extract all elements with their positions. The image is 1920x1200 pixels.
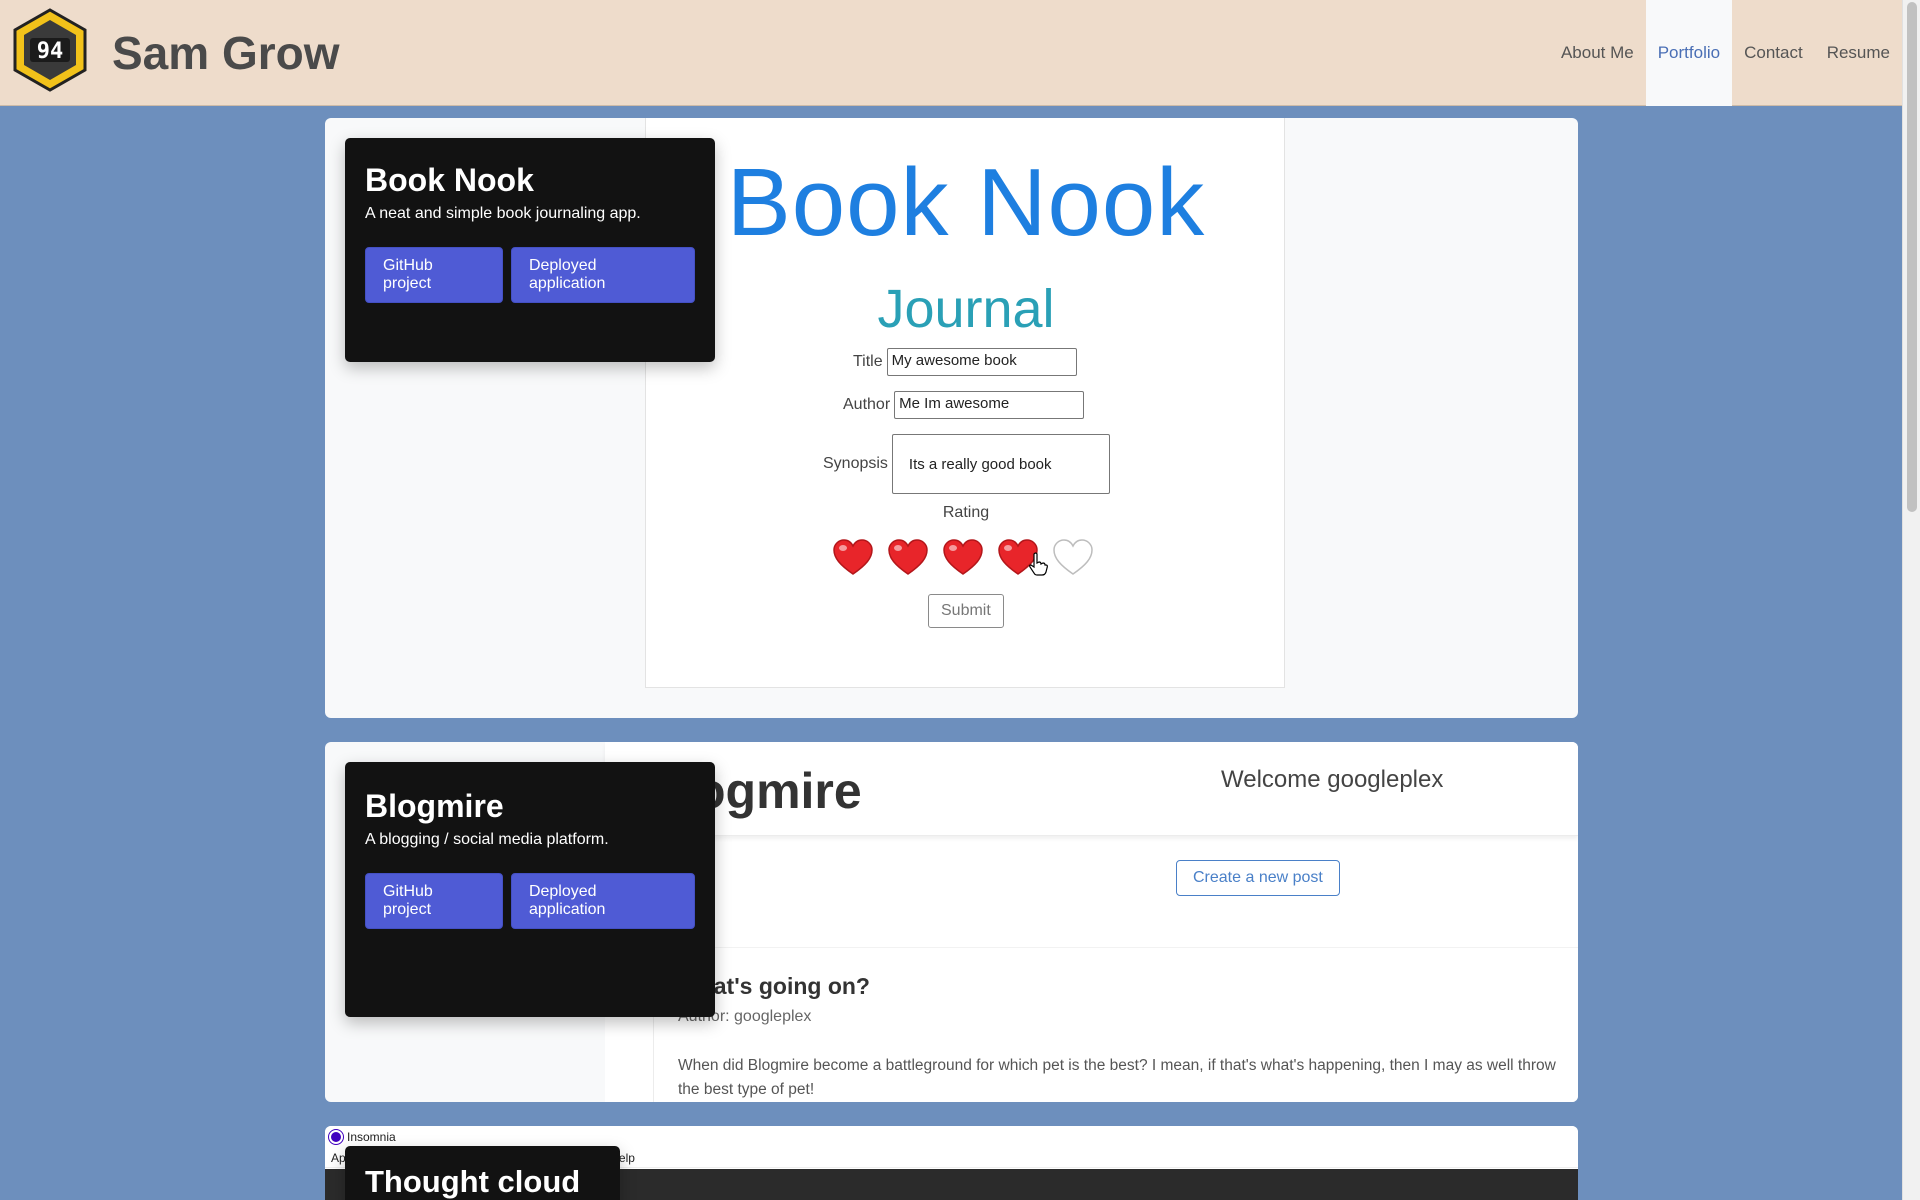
deployed-application-button[interactable]: Deployed application [510, 247, 695, 303]
author-row: Author Me Im awesome [843, 391, 1085, 419]
post-panel: What's going on? Author: googleplex When… [653, 947, 1578, 1102]
heart-filled-icon [833, 539, 873, 575]
insomnia-title-bar: Insomnia [325, 1126, 1578, 1148]
page-scrollbar[interactable] [1902, 0, 1920, 1200]
post-line-2: the best type of pet! [678, 1081, 815, 1098]
post-line-1: When did Blogmire become a battleground … [678, 1057, 1556, 1074]
project-info-overlay: Book Nook A neat and simple book journal… [345, 138, 715, 362]
project-screenshot: Blogmire Welcome googleplex Create a new… [605, 742, 1578, 1102]
github-project-button[interactable]: GitHub project [365, 873, 503, 929]
project-description: A blogging / social media platform. [365, 831, 609, 848]
project-screenshot: Book Nook Journal Title My awesome book … [645, 118, 1285, 688]
author-field: Me Im awesome [894, 391, 1085, 419]
deployed-application-button[interactable]: Deployed application [510, 873, 695, 929]
site-title[interactable]: Sam Grow [112, 26, 340, 80]
screenshot-header: Blogmire Welcome googleplex [605, 742, 1578, 836]
title-row: Title My awesome book [853, 348, 1077, 376]
author-label: Author [843, 396, 891, 413]
title-field: My awesome book [886, 348, 1077, 376]
project-card-book-nook: Book Nook Journal Title My awesome book … [325, 118, 1578, 718]
nav-contact[interactable]: Contact [1732, 0, 1815, 106]
rating-label: Rating [942, 504, 990, 521]
project-title: Book Nook [365, 162, 534, 198]
title-label: Title [853, 353, 883, 370]
project-card-blogmire: Blogmire Welcome googleplex Create a new… [325, 742, 1578, 1102]
project-info-overlay: Thought cloud [345, 1146, 620, 1200]
project-card-thought-cloud: Insomnia ApplicationFileEditViewWindowTo… [325, 1126, 1578, 1200]
main-nav: About Me Portfolio Contact Resume [1549, 0, 1902, 106]
project-title: Blogmire [365, 788, 504, 824]
screenshot-welcome: Welcome googleplex [1221, 766, 1444, 793]
synopsis-row: Synopsis Its a really good book [823, 434, 1110, 494]
screenshot-heading: Book Nook [726, 149, 1206, 256]
project-title: Thought cloud [365, 1164, 581, 1199]
scrollbar-thumb[interactable] [1907, 2, 1917, 512]
site-header: 94 Sam Grow About Me Portfolio Contact R… [0, 0, 1902, 106]
submit-button: Submit [928, 594, 1004, 628]
create-post-button: Create a new post [1176, 860, 1340, 896]
nav-resume[interactable]: Resume [1815, 0, 1902, 106]
heart-filled-icon [888, 539, 928, 575]
heart-filled-icon [943, 539, 983, 575]
insomnia-app-name: Insomnia [347, 1130, 396, 1144]
project-info-overlay: Blogmire A blogging / social media platf… [345, 762, 715, 1017]
github-project-button[interactable]: GitHub project [365, 247, 503, 303]
nav-about-me[interactable]: About Me [1549, 0, 1646, 106]
synopsis-label: Synopsis [823, 455, 888, 472]
heart-empty-icon [1053, 539, 1093, 575]
logo-text: 94 [37, 39, 64, 64]
synopsis-field: Its a really good book [891, 434, 1110, 494]
hand-cursor-icon [1029, 552, 1048, 576]
project-description: A neat and simple book journaling app. [365, 205, 641, 222]
nav-portfolio[interactable]: Portfolio [1645, 0, 1733, 106]
logo-icon[interactable]: 94 [12, 8, 88, 92]
rating-hearts [832, 536, 1094, 578]
insomnia-logo-icon [329, 1130, 343, 1144]
screenshot-subheading: Journal [877, 279, 1055, 339]
post-body: When did Blogmire become a battleground … [678, 1054, 1578, 1102]
